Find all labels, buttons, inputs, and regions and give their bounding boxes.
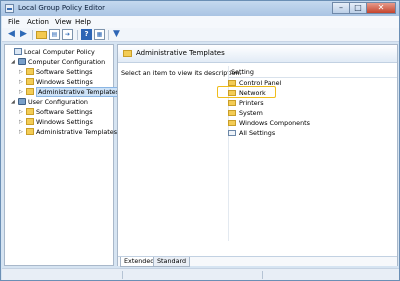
- app-window: Local Group Policy Editor – □ ✕ File Act…: [0, 0, 400, 281]
- tree-item-label: Software Settings: [36, 68, 93, 76]
- folder-icon: [26, 118, 34, 125]
- folder-icon: [228, 100, 236, 106]
- description-text: Select an item to view its description.: [121, 69, 242, 77]
- menu-help[interactable]: Help: [75, 18, 91, 26]
- setting-label: Printers: [239, 99, 264, 107]
- folder-icon: [26, 108, 34, 115]
- tree-item-label: Windows Settings: [36, 118, 93, 126]
- properties-icon[interactable]: ▦: [94, 29, 105, 40]
- toolbar-separator: [32, 30, 33, 40]
- details-header: Administrative Templates: [118, 45, 397, 63]
- expand-arrow-icon[interactable]: ▷: [19, 67, 25, 77]
- folder-icon: [228, 110, 236, 116]
- column-header-label: Setting: [231, 68, 254, 76]
- expand-arrow-icon[interactable]: ▷: [19, 107, 25, 117]
- expand-arrow-icon[interactable]: ▷: [19, 117, 25, 127]
- network-highlight-box: [217, 86, 276, 98]
- expand-arrow-icon[interactable]: ▷: [19, 87, 25, 97]
- setting-label: All Settings: [239, 129, 276, 137]
- window-controls: – □ ✕: [332, 2, 396, 14]
- minimize-button[interactable]: –: [332, 2, 350, 14]
- details-pane: Administrative Templates Select an item …: [117, 44, 398, 267]
- tree-item-label: Administrative Templates: [36, 87, 122, 97]
- menu-view[interactable]: View: [55, 18, 72, 26]
- export-list-icon[interactable]: ➔: [62, 29, 73, 40]
- setting-column-header[interactable]: Setting: [229, 66, 397, 78]
- status-divider: [122, 271, 123, 279]
- up-folder-icon[interactable]: [36, 31, 47, 39]
- menu-action[interactable]: Action: [27, 18, 49, 26]
- computer-policy-icon: [14, 48, 22, 55]
- show-hide-tree-icon[interactable]: ▤: [49, 29, 60, 40]
- toolbar-separator: [77, 30, 78, 40]
- tree-item-label: Software Settings: [36, 108, 93, 116]
- collapse-arrow-icon[interactable]: ◢: [11, 97, 17, 107]
- collapse-arrow-icon[interactable]: ◢: [11, 57, 17, 67]
- navigation-tree: Local Computer Policy ◢ Computer Configu…: [4, 44, 122, 266]
- toolbar: ◀ ▶ ▤ ➔ ? ▦ ▼: [2, 28, 399, 42]
- tree-item-label: Computer Configuration: [28, 58, 106, 66]
- folder-icon: [26, 88, 34, 95]
- view-tabs: Extended Standard: [118, 256, 397, 267]
- setting-label: Windows Components: [239, 119, 310, 127]
- expand-arrow-icon[interactable]: ▷: [19, 127, 25, 137]
- user-config-icon: [18, 98, 26, 105]
- app-icon: [5, 4, 14, 13]
- forward-arrow-icon[interactable]: ▶: [18, 29, 29, 40]
- menu-bar: File Action View Help: [2, 16, 399, 28]
- expand-arrow-icon[interactable]: ▷: [19, 77, 25, 87]
- status-bar: [2, 268, 399, 280]
- folder-icon: [26, 78, 34, 85]
- toolbar-separator: [108, 30, 109, 40]
- tree-item-label: Windows Settings: [36, 78, 93, 86]
- computer-config-icon: [18, 58, 26, 65]
- close-button[interactable]: ✕: [366, 2, 396, 14]
- menu-file[interactable]: File: [8, 18, 20, 26]
- folder-icon: [26, 128, 34, 135]
- title-bar[interactable]: Local Group Policy Editor – □ ✕: [1, 1, 399, 16]
- maximize-button[interactable]: □: [349, 2, 367, 14]
- tree-item-label: Administrative Templates: [36, 128, 118, 136]
- folder-icon: [123, 50, 132, 57]
- details-title: Administrative Templates: [136, 49, 225, 57]
- folder-icon: [26, 68, 34, 75]
- folder-icon: [228, 120, 236, 126]
- back-arrow-icon[interactable]: ◀: [6, 29, 17, 40]
- tree-item-label: Local Computer Policy: [24, 48, 95, 56]
- status-divider: [262, 271, 263, 279]
- all-settings-icon: [228, 130, 236, 136]
- setting-label: System: [239, 109, 263, 117]
- tree-item-label: User Configuration: [28, 98, 88, 106]
- help-icon[interactable]: ?: [81, 29, 92, 40]
- tab-standard[interactable]: Standard: [153, 257, 191, 267]
- window-title: Local Group Policy Editor: [18, 4, 105, 12]
- filter-icon[interactable]: ▼: [111, 29, 122, 40]
